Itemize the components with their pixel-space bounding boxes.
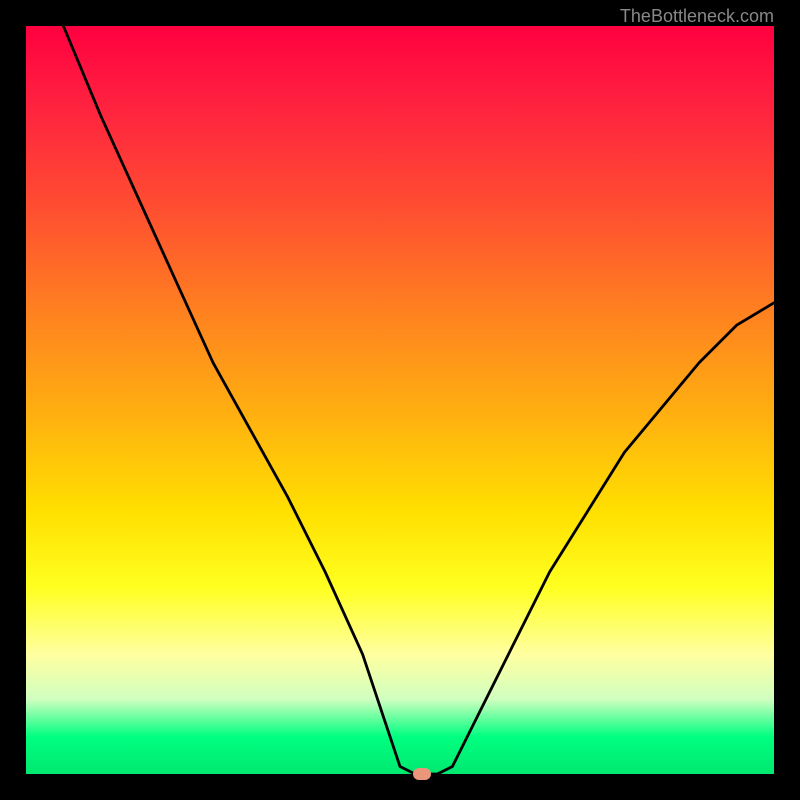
- minimum-marker: [413, 768, 431, 780]
- chart-root: TheBottleneck.com: [0, 0, 800, 800]
- attribution-label: TheBottleneck.com: [620, 6, 774, 27]
- bottleneck-curve: [63, 26, 774, 774]
- curve-layer: [26, 26, 774, 774]
